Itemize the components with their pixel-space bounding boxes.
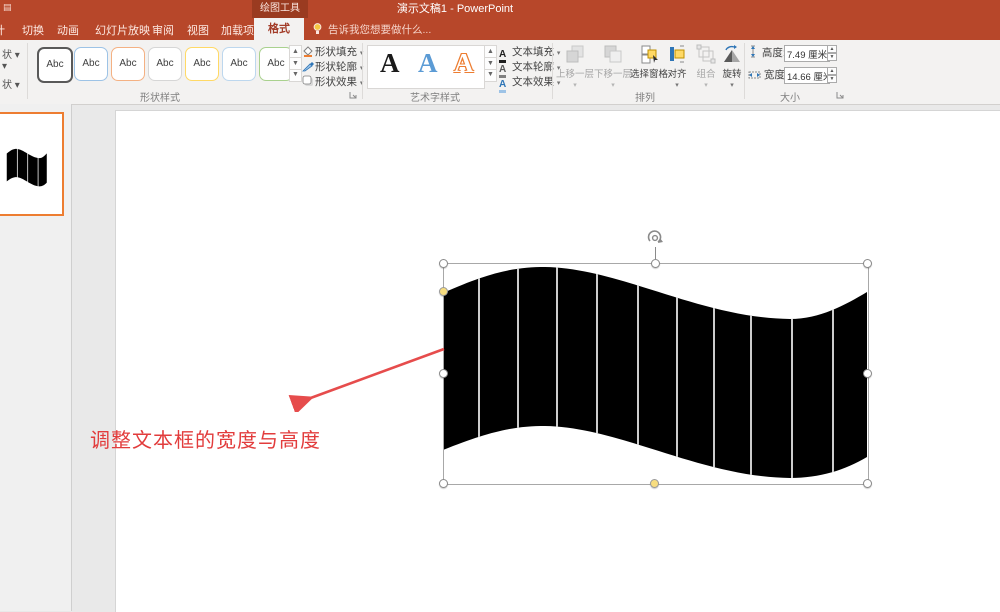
rotation-handle-icon[interactable] xyxy=(645,228,665,248)
size-group-label: 大小 xyxy=(740,89,840,104)
size-dialog-launcher-icon[interactable] xyxy=(836,87,845,105)
tab-view[interactable]: 视图 xyxy=(187,22,209,38)
spin-down-icon[interactable]: ▼ xyxy=(827,75,837,83)
wordart-style-3[interactable]: A xyxy=(454,48,474,79)
shape-styles-group-label: 形状样式 xyxy=(100,89,220,104)
send-backward-icon xyxy=(594,44,632,64)
shape-style-6[interactable]: Abc xyxy=(222,47,256,81)
adjust-handle-bottom[interactable] xyxy=(650,479,659,488)
shape-style-4[interactable]: Abc xyxy=(148,47,182,81)
wordart-gallery-scroll[interactable]: ▲ ▼ ▼ xyxy=(484,46,497,86)
spin-up-icon[interactable]: ▲ xyxy=(827,45,837,53)
thumbnail-wave-shape xyxy=(6,142,48,189)
shape-styles-dialog-launcher-icon[interactable] xyxy=(349,87,358,105)
resize-handle-top-center[interactable] xyxy=(651,259,660,268)
annotation-text: 调整文本框的宽度与高度 xyxy=(90,424,321,453)
group-objects-icon xyxy=(692,44,720,64)
shape-style-7[interactable]: Abc xyxy=(259,47,293,81)
group-button[interactable]: 组合 ▾ xyxy=(692,44,720,89)
tab-transitions[interactable]: 切换 xyxy=(22,22,44,38)
width-row: 宽度: xyxy=(748,67,788,84)
group-separator xyxy=(362,43,363,99)
tab-slideshow[interactable]: 幻灯片放映 xyxy=(95,22,150,38)
wordart-style-1[interactable]: A xyxy=(380,48,400,79)
align-button[interactable]: 对齐 ▾ xyxy=(662,44,692,89)
shape-outline-button[interactable]: 形状轮廓 ▾ xyxy=(302,59,363,73)
resize-handle-mid-right[interactable] xyxy=(863,369,872,378)
bring-forward-button[interactable]: 上移一层 ▾ xyxy=(556,44,594,89)
lightbulb-icon xyxy=(312,22,323,40)
resize-handle-top-left[interactable] xyxy=(439,259,448,268)
width-stepper[interactable]: ▲ ▼ xyxy=(827,67,837,84)
tab-format-active[interactable]: 格式 xyxy=(254,18,304,40)
resize-handle-top-right[interactable] xyxy=(863,259,872,268)
resize-handle-bottom-left[interactable] xyxy=(439,479,448,488)
align-icon xyxy=(662,44,692,64)
wordart-group-label: 艺术字样式 xyxy=(380,89,490,104)
adjust-handle-left[interactable] xyxy=(439,287,448,296)
title-bar: ▤ 绘图工具 演示文稿1 - PowerPoint xyxy=(0,0,1000,18)
bring-forward-icon xyxy=(556,44,594,64)
selection-bounding-box xyxy=(443,263,869,485)
text-effects-icon: A xyxy=(499,78,512,90)
paint-bucket-icon xyxy=(302,45,315,60)
width-input[interactable] xyxy=(784,67,830,84)
tab-review[interactable]: 审阅 xyxy=(152,22,174,38)
wordart-gallery: A A A xyxy=(367,45,485,89)
ribbon: 状 ▾ ▾ 状 ▾ Abc Abc Abc Abc Abc Abc Abc ▲ … xyxy=(0,40,1000,105)
effects-icon xyxy=(302,75,315,90)
slide-thumbnail-1[interactable] xyxy=(0,112,64,216)
shape-fill-button[interactable]: 形状填充 ▾ xyxy=(302,44,363,58)
shape-style-5[interactable]: Abc xyxy=(185,47,219,81)
shape-style-1[interactable]: Abc xyxy=(37,47,73,83)
edit-shape-fragment[interactable]: 状 ▾ xyxy=(2,46,20,61)
group-separator xyxy=(552,43,553,99)
height-input[interactable] xyxy=(784,45,830,62)
textbox-fragment[interactable]: ▾ xyxy=(2,61,7,72)
pencil-icon xyxy=(302,60,315,75)
shape-effects-button[interactable]: 形状效果 ▾ xyxy=(302,74,363,88)
spin-down-icon[interactable]: ▼ xyxy=(827,53,837,61)
merge-shape-fragment[interactable]: 状 ▾ xyxy=(2,76,20,91)
rotate-button[interactable]: 旋转 ▾ xyxy=(718,44,746,89)
tab-addins[interactable]: 加载项 xyxy=(221,22,254,38)
annotation-arrow xyxy=(285,342,450,412)
quick-access-toolbar-icon[interactable]: ▤ xyxy=(3,2,14,13)
height-icon xyxy=(748,47,762,59)
shape-style-2[interactable]: Abc xyxy=(74,47,108,81)
arrange-group-label: 排列 xyxy=(590,89,700,104)
rotate-icon xyxy=(718,44,746,64)
context-tab-drawing-tools: 绘图工具 xyxy=(252,0,308,18)
gallery-more-icon[interactable]: ▼ xyxy=(484,69,497,82)
gallery-more-icon[interactable]: ▼ xyxy=(289,69,302,82)
shape-style-3[interactable]: Abc xyxy=(111,47,145,81)
group-separator xyxy=(27,43,28,99)
tab-animations[interactable]: 动画 xyxy=(57,22,79,38)
ribbon-tab-row: 计 切换 动画 幻灯片放映 审阅 视图 加载项 格式 告诉我您想要做什么... xyxy=(0,18,1000,40)
send-backward-button[interactable]: 下移一层 ▾ xyxy=(594,44,632,89)
height-stepper[interactable]: ▲ ▼ xyxy=(827,45,837,62)
width-icon xyxy=(748,69,764,81)
shape-style-gallery-scroll[interactable]: ▲ ▼ ▼ xyxy=(289,46,302,86)
tab-fragment-design[interactable]: 计 xyxy=(0,22,6,38)
resize-handle-bottom-right[interactable] xyxy=(863,479,872,488)
wordart-style-2[interactable]: A xyxy=(418,48,438,79)
tell-me-search[interactable]: 告诉我您想要做什么... xyxy=(328,22,431,37)
rotation-handle-stem xyxy=(655,247,656,259)
height-row: 高度: xyxy=(748,45,786,62)
slide-thumbnail-panel xyxy=(0,104,72,611)
spin-up-icon[interactable]: ▲ xyxy=(827,67,837,75)
window-title: 演示文稿1 - PowerPoint xyxy=(330,0,580,18)
